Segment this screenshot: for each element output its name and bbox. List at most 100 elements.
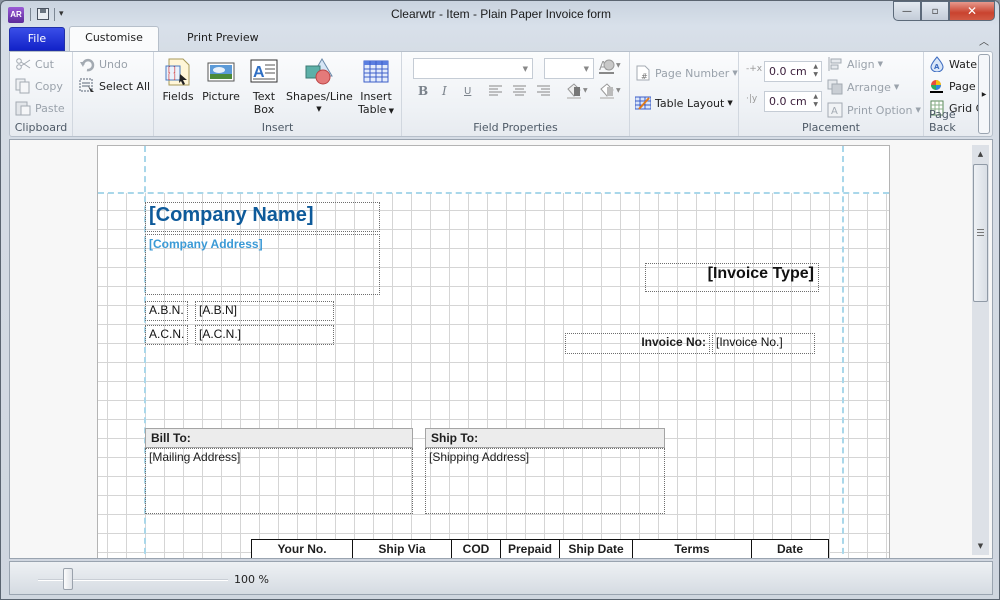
font-color-button[interactable]: A ▼ — [598, 58, 622, 79]
align-right-icon — [537, 85, 551, 100]
column-header[interactable]: Ship Date — [560, 540, 633, 558]
align-center-button[interactable] — [513, 85, 527, 100]
dropdown-arrow-icon: ▼ — [915, 106, 921, 114]
ship-to-header[interactable]: Ship To: — [425, 428, 665, 448]
minimize-button[interactable]: — — [893, 1, 921, 21]
align-right-button[interactable] — [537, 85, 551, 100]
underline-button[interactable]: U — [464, 86, 471, 97]
collapse-ribbon-icon[interactable]: ︿ — [979, 33, 989, 48]
text-box-icon: A — [249, 58, 279, 86]
tab-customise[interactable]: Customise — [69, 26, 159, 51]
svg-text:▼: ▼ — [583, 87, 588, 94]
column-header[interactable]: Ship Via — [353, 540, 452, 558]
table-layout-label: Table Layout — [655, 96, 725, 110]
ribbon-tabs: File Customise Print Preview — [9, 26, 277, 51]
page-background-group-label: Page Back — [929, 108, 956, 134]
border-color-button[interactable]: ▼ — [598, 83, 622, 104]
font-name-select[interactable]: ▼ — [413, 58, 533, 79]
align-center-icon — [513, 85, 527, 100]
ship-to-address-field[interactable]: [Shipping Address] — [425, 448, 665, 514]
bold-button[interactable]: B — [418, 84, 428, 98]
insert-table-label-2: Table — [357, 103, 387, 116]
acn-field[interactable]: [A.C.N.] — [195, 325, 334, 345]
arrange-button[interactable]: Arrange ▼ — [827, 78, 899, 96]
text-box-button[interactable]: A Text Box — [246, 58, 282, 116]
shapes-line-button[interactable]: Shapes/Line ▼ — [286, 58, 353, 116]
paste-button[interactable]: Paste — [15, 99, 65, 117]
shapes-line-label: Shapes/Line — [286, 90, 353, 103]
fill-color-icon: ▼ — [565, 83, 589, 104]
maximize-button[interactable]: ▫ — [921, 1, 949, 21]
fields-label: Fields — [162, 90, 194, 103]
acn-label[interactable]: A.C.N. — [145, 325, 188, 345]
dropdown-arrow-icon: ▼ — [877, 60, 883, 68]
select-all-icon — [79, 78, 95, 94]
tab-print-preview[interactable]: Print Preview — [169, 27, 277, 51]
svg-text:A: A — [831, 106, 838, 117]
fields-button[interactable]: [ ][ ] Fields — [160, 58, 196, 103]
insert-table-button[interactable]: Insert Table ▼ — [356, 58, 396, 118]
watermark-icon: A — [929, 56, 945, 73]
spin-arrows-icon[interactable]: ▲ ▼ — [813, 93, 818, 109]
invoice-no-label[interactable]: Invoice No: — [565, 333, 710, 354]
svg-text:A: A — [253, 64, 265, 81]
page-number-label: Page Number — [655, 66, 730, 80]
insert-group-label: Insert — [261, 121, 294, 134]
align-left-icon — [489, 85, 503, 100]
invoice-type-field[interactable]: [Invoice Type] — [645, 263, 819, 292]
table-layout-button[interactable]: Table Layout ▼ — [634, 94, 733, 112]
company-name-field[interactable]: [Company Name] — [145, 202, 380, 232]
column-header[interactable]: Prepaid — [501, 540, 560, 558]
company-address-field[interactable]: [Company Address] — [145, 234, 380, 295]
bill-to-address-field[interactable]: [Mailing Address] — [145, 448, 413, 514]
invoice-no-field[interactable]: [Invoice No.] — [712, 333, 815, 354]
margin-guide-top — [98, 192, 889, 194]
font-color-icon: A ▼ — [598, 59, 622, 79]
text-box-label-1: Text — [252, 90, 276, 103]
page-number-button[interactable]: # Page Number ▼ — [635, 64, 738, 82]
scrollbar-thumb[interactable] — [973, 164, 988, 302]
watermark-button[interactable]: A Water — [929, 55, 982, 73]
align-left-button[interactable] — [489, 85, 503, 100]
y-position-input[interactable]: 0.0 cm ▲ ▼ — [764, 91, 822, 112]
shapes-icon — [304, 58, 334, 86]
scroll-up-icon[interactable]: ▲ — [972, 147, 989, 161]
print-option-button[interactable]: A Print Option ▼ — [827, 101, 921, 119]
invoice-info-table[interactable]: Your No. Ship Via COD Prepaid Ship Date … — [251, 539, 829, 558]
fill-color-button[interactable]: ▼ — [565, 83, 589, 104]
vertical-scrollbar[interactable]: ▲ ▼ — [972, 145, 989, 555]
zoom-slider-thumb[interactable] — [63, 568, 73, 590]
ribbon-scroll-right-button[interactable]: ▶ — [978, 54, 990, 134]
placement-group-label: Placement — [801, 121, 860, 134]
column-header[interactable]: Your No. — [252, 540, 353, 558]
cut-button[interactable]: Cut — [15, 55, 54, 73]
chevron-down-icon: ▼ — [583, 65, 589, 73]
column-header[interactable]: Date — [752, 540, 828, 558]
abn-field[interactable]: [A.B.N] — [195, 301, 334, 321]
undo-label: Undo — [99, 57, 128, 71]
chevron-right-icon: ▶ — [981, 91, 987, 98]
x-position-input[interactable]: 0.0 cm ▲ ▼ — [764, 61, 822, 82]
abn-label[interactable]: A.B.N. — [145, 301, 188, 321]
scroll-down-icon[interactable]: ▼ — [972, 539, 989, 553]
italic-button[interactable]: I — [442, 84, 447, 98]
column-header[interactable]: Terms — [633, 540, 752, 558]
font-size-select[interactable]: ▼ — [544, 58, 594, 79]
window-controls: — ▫ ✕ — [893, 1, 995, 21]
bill-to-header[interactable]: Bill To: — [145, 428, 413, 448]
clipboard-group-label: Clipboard — [14, 121, 68, 134]
tab-file[interactable]: File — [9, 27, 65, 51]
text-box-label-2: Box — [253, 103, 275, 116]
page-color-button[interactable]: Page C — [929, 77, 982, 95]
align-button[interactable]: Align ▼ — [827, 55, 883, 73]
spin-arrows-icon[interactable]: ▲ ▼ — [813, 63, 818, 79]
undo-button[interactable]: Undo — [79, 55, 128, 73]
scissors-icon — [15, 56, 31, 72]
copy-button[interactable]: Copy — [15, 77, 63, 95]
design-workspace: [Company Name] [Company Address] A.B.N. … — [9, 139, 993, 559]
picture-button[interactable]: Picture — [200, 58, 242, 103]
close-button[interactable]: ✕ — [949, 1, 995, 21]
select-all-button[interactable]: Select All — [79, 77, 150, 95]
column-header[interactable]: COD — [452, 540, 501, 558]
svg-text:[ ]: [ ] — [168, 73, 176, 81]
